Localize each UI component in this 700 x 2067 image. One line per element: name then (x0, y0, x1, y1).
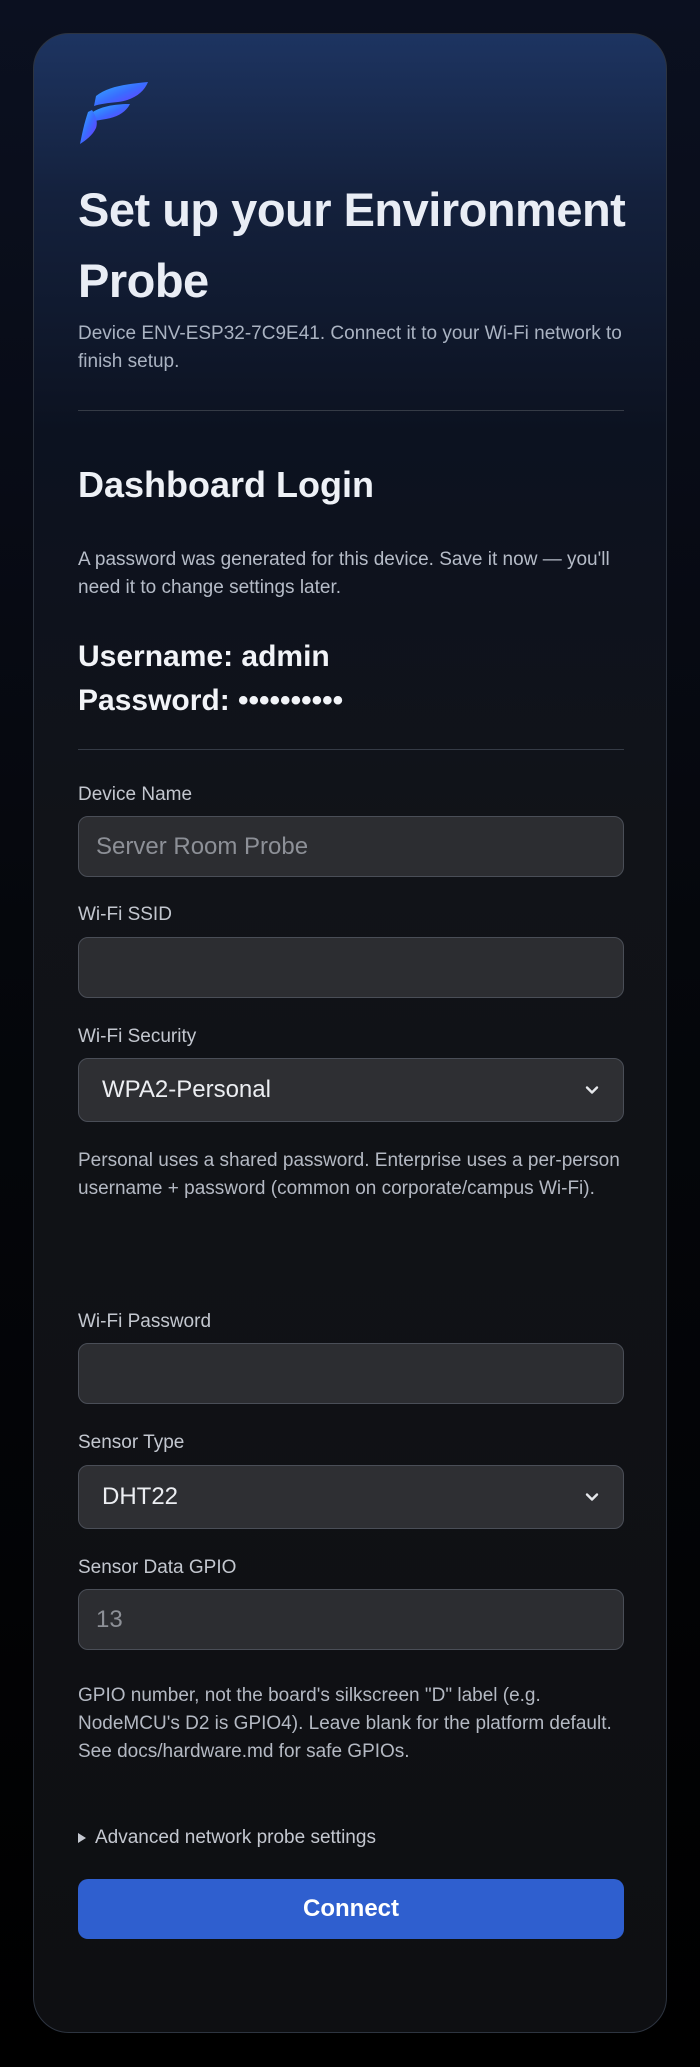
divider (78, 410, 624, 411)
login-section-title: Dashboard Login (78, 464, 374, 505)
sensor-type-select[interactable]: DHT22 (78, 1465, 624, 1529)
disclosure-triangle-icon (78, 1833, 86, 1843)
gpio-help-text: GPIO number, not the board's silkscreen … (78, 1685, 612, 1762)
sensor-type-selected-value: DHT22 (102, 1483, 179, 1510)
ssid-field[interactable] (78, 937, 624, 998)
page-background: Set up your Environment Probe Device ENV… (0, 0, 700, 2067)
security-help-text: Personal uses a shared password. Enterpr… (78, 1150, 620, 1199)
page-title: Set up your Environment Probe (78, 183, 626, 307)
device-name-input[interactable] (79, 817, 623, 876)
ssid-input[interactable] (79, 938, 623, 997)
chevron-down-icon (585, 1086, 599, 1094)
connect-button[interactable]: Connect (78, 1879, 624, 1939)
security-select[interactable]: WPA2-Personal (78, 1058, 624, 1122)
device-name-label: Device Name (78, 784, 193, 805)
page-subtitle: Device ENV-ESP32-7C9E41. Connect it to y… (78, 323, 622, 372)
gpio-field[interactable] (78, 1589, 624, 1650)
feather-f-logo-icon (80, 82, 148, 144)
wifi-password-label: Wi-Fi Password (78, 1311, 212, 1332)
ssid-label: Wi-Fi SSID (78, 904, 172, 925)
chevron-down-icon (585, 1493, 599, 1501)
wifi-password-input[interactable] (79, 1344, 623, 1403)
password-note: A password was generated for this device… (78, 549, 610, 598)
setup-card: Set up your Environment Probe Device ENV… (33, 33, 667, 2033)
device-name-field[interactable] (78, 816, 624, 877)
password-text: Password: •••••••••• (78, 684, 344, 717)
sensor-type-label: Sensor Type (78, 1432, 185, 1453)
username-text: Username: admin (78, 640, 330, 673)
security-selected-value: WPA2-Personal (102, 1076, 271, 1103)
security-label: Wi-Fi Security (78, 1026, 197, 1047)
gpio-input[interactable] (79, 1590, 623, 1649)
divider (78, 749, 624, 750)
advanced-settings-toggle[interactable]: Advanced network probe settings (78, 1827, 376, 1849)
advanced-settings-label: Advanced network probe settings (95, 1827, 376, 1848)
gpio-label: Sensor Data GPIO (78, 1557, 237, 1578)
wifi-password-field[interactable] (78, 1343, 624, 1404)
